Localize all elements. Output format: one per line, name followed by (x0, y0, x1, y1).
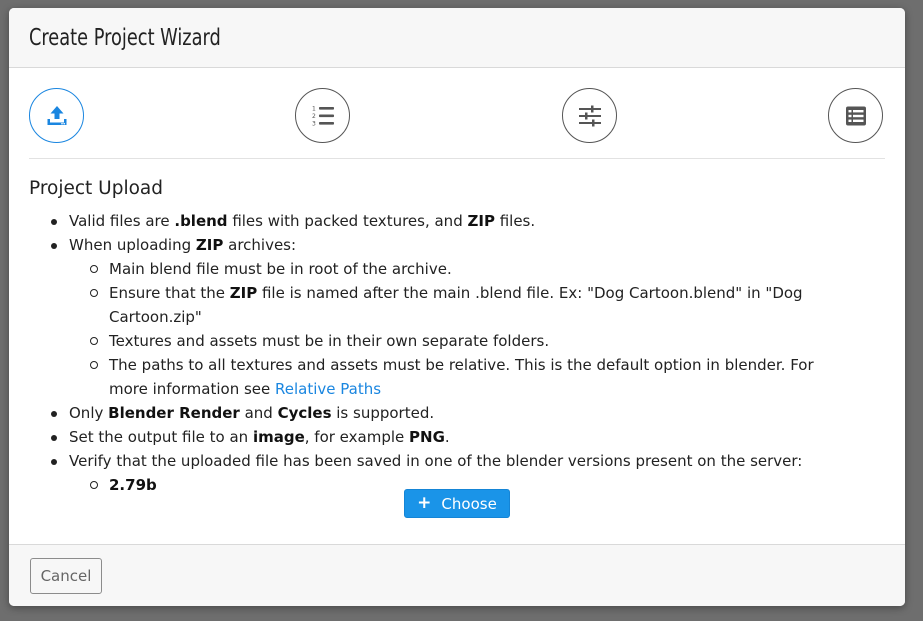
choose-label: Choose (441, 494, 497, 513)
step-settings[interactable] (562, 88, 617, 143)
choose-button[interactable]: + Choose (404, 489, 510, 518)
zip-requirements-list: Main blend file must be in root of the a… (69, 257, 889, 401)
step-upload[interactable] (29, 88, 84, 143)
list-item: Set the output file to an image, for exa… (29, 425, 889, 449)
cancel-button[interactable]: Cancel (30, 558, 102, 594)
list-box-icon (845, 106, 866, 125)
upload-instructions: Project Upload Valid files are .blend fi… (29, 176, 889, 497)
list-item: Only Blender Render and Cycles is suppor… (29, 401, 889, 425)
list-item: When uploading ZIP archives: Main blend … (29, 233, 889, 401)
create-project-dialog: Create Project Wizard 1 2 3 Project Uplo… (9, 8, 905, 606)
svg-text:1: 1 (312, 105, 316, 112)
svg-text:2: 2 (312, 113, 316, 120)
list-item: Valid files are .blend files with packed… (29, 209, 889, 233)
list-item: Textures and assets must be in their own… (69, 329, 889, 353)
dialog-title: Create Project Wizard (29, 24, 221, 51)
dialog-footer: Cancel (9, 544, 905, 606)
choose-wrapper: + Choose (404, 489, 510, 518)
sliders-icon (578, 105, 601, 126)
numbered-list-icon: 1 2 3 (312, 105, 334, 127)
wizard-steps: 1 2 3 (29, 88, 885, 159)
list-item: Ensure that the ZIP file is named after … (69, 281, 889, 329)
list-item: Main blend file must be in root of the a… (69, 257, 889, 281)
dialog-header: Create Project Wizard (9, 8, 905, 68)
step-summary[interactable] (828, 88, 883, 143)
list-item: The paths to all textures and assets mus… (69, 353, 889, 401)
step-details[interactable]: 1 2 3 (295, 88, 350, 143)
requirements-list: Valid files are .blend files with packed… (29, 209, 889, 497)
plus-icon: + (417, 492, 432, 513)
upload-icon (47, 105, 66, 125)
section-heading: Project Upload (29, 178, 163, 199)
relative-paths-link[interactable]: Relative Paths (275, 380, 381, 398)
svg-text:3: 3 (312, 120, 316, 127)
